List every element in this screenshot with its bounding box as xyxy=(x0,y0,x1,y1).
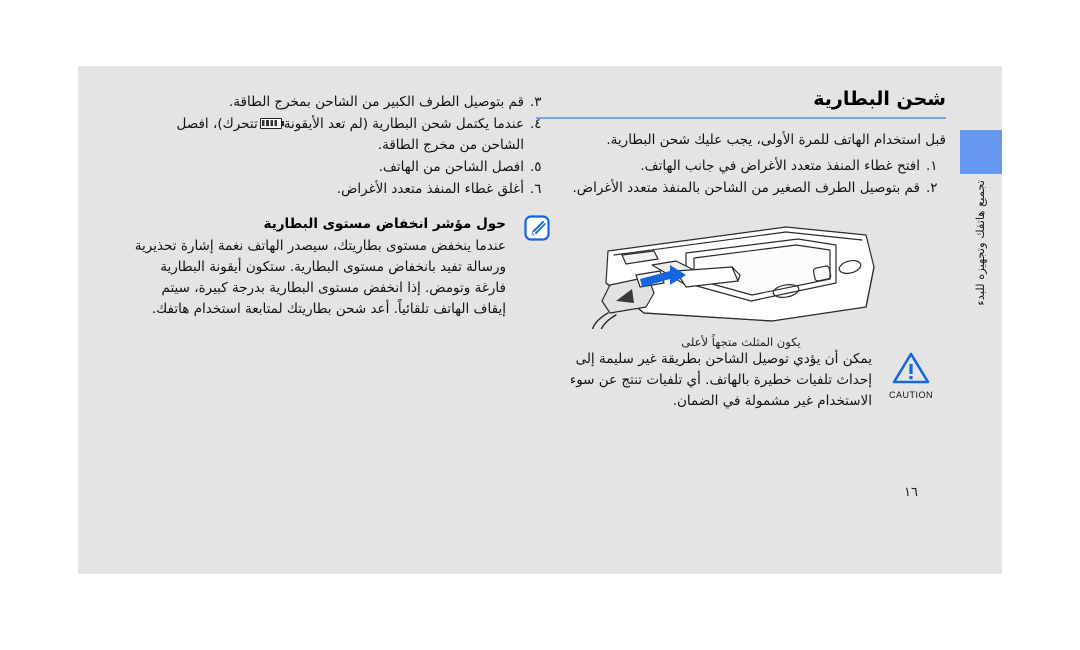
phone-charger-figure: يكون المثلث متجهاً لأعلى xyxy=(536,209,946,349)
note-pen-icon xyxy=(524,215,550,241)
step-text: أغلق غطاء المنفذ متعدد الأغراض. xyxy=(336,180,524,197)
step-number: ٥. xyxy=(530,158,542,175)
step-number: ١. xyxy=(926,158,938,175)
page-title: شحن البطارية xyxy=(813,88,946,110)
list-item: ٦. أغلق غطاء المنفذ متعدد الأغراض. xyxy=(130,179,550,200)
step-text: افتح غطاء المنفذ متعدد الأغراض في جانب ا… xyxy=(640,158,920,175)
steps-list-right: ١. افتح غطاء المنفذ متعدد الأغراض في جان… xyxy=(536,156,946,199)
battery-icon xyxy=(259,117,285,129)
section-tab-label-text: تجميع هاتفك وتجهيزه للبدء xyxy=(973,180,988,306)
note-pen-icon-svg xyxy=(524,215,550,241)
step-text: قم بتوصيل الطرف الصغير من الشاحن بالمنفذ… xyxy=(572,179,921,196)
caution-triangle-svg xyxy=(892,352,930,384)
manual-page-sheet: تجميع هاتفك وتجهيزه للبدء شحن البطارية ق… xyxy=(78,66,1002,574)
step-text: عندما يكتمل شحن البطارية (لم تعد الأيقون… xyxy=(130,114,524,156)
title-underline-rule xyxy=(536,116,946,119)
step-number: ٢. xyxy=(926,179,938,196)
note-text: عندما ينخفض مستوى بطاريتك، سيصدر الهاتف … xyxy=(134,237,506,317)
section-tab-label: تجميع هاتفك وتجهيزه للبدء xyxy=(960,176,1002,396)
list-item: ٢. قم بتوصيل الطرف الصغير من الشاحن بالم… xyxy=(536,178,946,199)
caution-triangle-icon: CAUTION xyxy=(880,351,942,400)
step-number: ٦. xyxy=(530,180,542,197)
phone-charger-illustration-svg xyxy=(590,226,875,346)
section-intro: قبل استخدام الهاتف للمرة الأولى، يجب علي… xyxy=(606,131,946,148)
caution-text: يمكن أن يؤدي توصيل الشاحن بطريقة غير سلي… xyxy=(569,350,872,409)
step-text: قم بتوصيل الطرف الكبير من الشاحن بمخرج ا… xyxy=(229,94,524,110)
step-text-before: عندما يكتمل شحن البطارية (لم تعد الأيقون… xyxy=(283,115,524,132)
section-tab-color-block xyxy=(960,130,1002,174)
step-number: ٣. xyxy=(530,94,542,110)
note-title: حول مؤشر انخفاض مستوى البطارية xyxy=(263,215,506,232)
list-item: ١. افتح غطاء المنفذ متعدد الأغراض في جان… xyxy=(536,156,946,177)
caution-callout: CAUTION يمكن أن يؤدي توصيل الشاحن بطريقة… xyxy=(536,349,946,412)
battery-bars xyxy=(262,120,280,127)
steps-list-left: ٣. قم بتوصيل الطرف الكبير من الشاحن بمخر… xyxy=(130,92,550,200)
list-item: ٤. عندما يكتمل شحن البطارية (لم تعد الأي… xyxy=(130,114,550,156)
step-text: افصل الشاحن من الهاتف. xyxy=(378,158,524,175)
step-number: ٤. xyxy=(530,115,542,132)
column-left: ٣. قم بتوصيل الطرف الكبير من الشاحن بمخر… xyxy=(130,92,550,320)
note-callout: حول مؤشر انخفاض مستوى البطارية عندما ينخ… xyxy=(130,214,550,320)
caution-icon-label: CAUTION xyxy=(889,389,933,400)
page-number: ١٦ xyxy=(904,485,918,500)
column-right: شحن البطارية قبل استخدام الهاتف للمرة ال… xyxy=(536,88,946,412)
list-item: ٥. افصل الشاحن من الهاتف. xyxy=(130,157,550,178)
list-item: ٣. قم بتوصيل الطرف الكبير من الشاحن بمخر… xyxy=(130,92,550,113)
figure-caption: يكون المثلث متجهاً لأعلى xyxy=(681,334,801,349)
